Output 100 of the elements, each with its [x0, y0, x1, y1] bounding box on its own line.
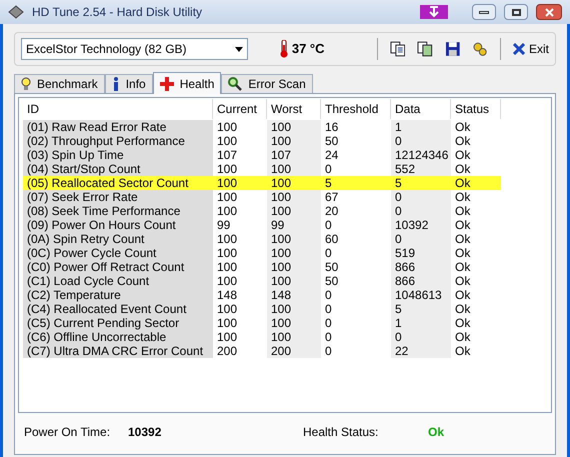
table-cell: 866	[391, 274, 451, 288]
table-cell-text: 99	[216, 218, 232, 232]
table-cell: 107	[267, 148, 321, 162]
table-cell-text: Ok	[454, 246, 472, 260]
table-cell-text: Ok	[454, 190, 472, 204]
table-cell-text: 16	[324, 120, 340, 134]
table-cell-text: Ok	[454, 288, 472, 302]
table-row[interactable]: (C2) Temperature 148 148 0 1048613 Ok	[23, 288, 547, 302]
close-icon	[512, 43, 525, 55]
table-cell: (C7) Ultra DMA CRC Error Count	[23, 344, 213, 358]
table-cell-text: Ok	[454, 274, 472, 288]
table-cell: 0	[391, 204, 451, 218]
temperature-reading: 37 °C	[292, 40, 325, 58]
lightbulb-icon	[21, 77, 31, 91]
table-cell: 100	[267, 302, 321, 316]
table-cell: 10392	[391, 218, 451, 232]
window-title: HD Tune 2.54 - Hard Disk Utility	[32, 4, 204, 21]
table-row[interactable]: (04) Start/Stop Count 100 100 0 552 Ok	[23, 162, 547, 176]
table-cell-text: 5	[324, 176, 333, 190]
table-row[interactable]: (0C) Power Cycle Count 100 100 0 519 Ok	[23, 246, 547, 260]
table-cell: 0	[391, 330, 451, 344]
table-row[interactable]: (02) Throughput Performance 100 100 50 0 Ok	[23, 134, 547, 148]
table-cell-text: 0	[324, 162, 333, 176]
table-cell: (02) Throughput Performance	[23, 134, 213, 148]
thermometer-icon	[280, 40, 288, 58]
table-row[interactable]: (05) Reallocated Sector Count 100 100 5 5 Ok	[23, 176, 501, 190]
table-cell-text: 100	[216, 120, 238, 134]
table-row[interactable]: (0A) Spin Retry Count 100 100 60 0 Ok	[23, 232, 547, 246]
table-row[interactable]: (C4) Reallocated Event Count 100 100 0 5 Ok	[23, 302, 547, 316]
table-cell: (0A) Spin Retry Count	[23, 232, 213, 246]
table-cell-text: Ok	[454, 218, 472, 232]
table-row[interactable]: (08) Seek Time Performance 100 100 20 0 Ok	[23, 204, 547, 218]
table-row[interactable]: (C0) Power Off Retract Count 100 100 50 866 Ok	[23, 260, 547, 274]
column-header[interactable]: Current	[213, 99, 267, 119]
table-cell-text: 100	[216, 260, 238, 274]
table-row[interactable]: (C6) Offline Uncorrectable 100 100 0 0 Ok	[23, 330, 547, 344]
table-cell: 1	[391, 316, 451, 330]
table-cell-text: 107	[216, 148, 238, 162]
table-cell-text: 24	[324, 148, 340, 162]
table-cell: 866	[391, 260, 451, 274]
info-icon	[112, 77, 120, 91]
table-row[interactable]: (C7) Ultra DMA CRC Error Count 200 200 0 22 Ok	[23, 344, 547, 358]
drive-dropdown[interactable]: ExcelStor Technology (82 GB)	[21, 38, 248, 60]
table-cell: 1048613	[391, 288, 451, 302]
table-cell: 148	[267, 288, 321, 302]
tab[interactable]: Info	[104, 74, 153, 93]
health-status-label: Health Status:	[303, 424, 380, 441]
table-cell: (C2) Temperature	[23, 288, 213, 302]
copy-image-icon[interactable]	[417, 41, 433, 57]
table-cell: 100	[267, 120, 321, 134]
table-cell: 519	[391, 246, 451, 260]
table-cell: 100	[267, 260, 321, 274]
close-button[interactable]	[536, 4, 562, 20]
column-header[interactable]: Data	[391, 99, 451, 119]
table-cell-text: 50	[324, 260, 340, 274]
maximize-button[interactable]	[504, 4, 528, 20]
table-cell: 0	[391, 134, 451, 148]
power-on-time-label: Power On Time:	[24, 424, 112, 441]
table-cell: 552	[391, 162, 451, 176]
column-header[interactable]: ID	[23, 99, 213, 119]
table-cell-text: 100	[216, 246, 238, 260]
table-cell-text: 100	[216, 162, 238, 176]
tab[interactable]: Error Scan	[221, 74, 313, 93]
table-cell-text: 0	[324, 330, 333, 344]
column-header[interactable]: Status	[451, 99, 501, 119]
table-row[interactable]: (C5) Current Pending Sector 100 100 0 1 Ok	[23, 316, 547, 330]
table-cell-text: 50	[324, 134, 340, 148]
table-cell: 100	[267, 330, 321, 344]
exit-button[interactable]: Exit	[512, 40, 549, 58]
dropdown-caret-icon	[234, 46, 243, 52]
table-row[interactable]: (07) Seek Error Rate 100 100 67 0 Ok	[23, 190, 547, 204]
copy-document-icon[interactable]	[390, 41, 406, 57]
table-cell-text: Ok	[454, 134, 472, 148]
table-cell-text: 100	[216, 316, 238, 330]
table-cell-text: 0	[324, 246, 333, 260]
table-cell: 12124346	[391, 148, 451, 162]
table-cell-text: Ok	[454, 232, 472, 246]
column-header[interactable]: Threshold	[321, 99, 391, 119]
tab[interactable]: Health	[152, 72, 222, 94]
table-cell-text: Ok	[454, 316, 472, 330]
table-cell-text: 50	[324, 274, 340, 288]
table-row[interactable]: (03) Spin Up Time 107 107 24 12124346 Ok	[23, 148, 547, 162]
table-cell-text: 0	[324, 302, 333, 316]
table-cell: (03) Spin Up Time	[23, 148, 213, 162]
table-row[interactable]: (C1) Load Cycle Count 100 100 50 866 Ok	[23, 274, 547, 288]
tab[interactable]: Benchmark	[14, 74, 105, 93]
table-cell: 100	[267, 134, 321, 148]
table-cell-text: 200	[216, 344, 238, 358]
table-row[interactable]: (01) Raw Read Error Rate 100 100 16 1 Ok	[23, 120, 547, 134]
table-cell: (C4) Reallocated Event Count	[23, 302, 213, 316]
minimize-button[interactable]	[472, 4, 496, 20]
table-cell-text: 100	[270, 176, 292, 190]
table-row[interactable]: (09) Power On Hours Count 99 99 0 10392 Ok	[23, 218, 547, 232]
table-cell: 200	[267, 344, 321, 358]
table-cell: (01) Raw Read Error Rate	[23, 120, 213, 134]
table-cell-text: Ok	[454, 204, 472, 218]
table-cell: (0C) Power Cycle Count	[23, 246, 213, 260]
table-cell-text: Ok	[454, 330, 472, 344]
table-cell-text: (05) Reallocated Sector Count	[26, 176, 190, 190]
column-header[interactable]: Worst	[267, 99, 321, 119]
